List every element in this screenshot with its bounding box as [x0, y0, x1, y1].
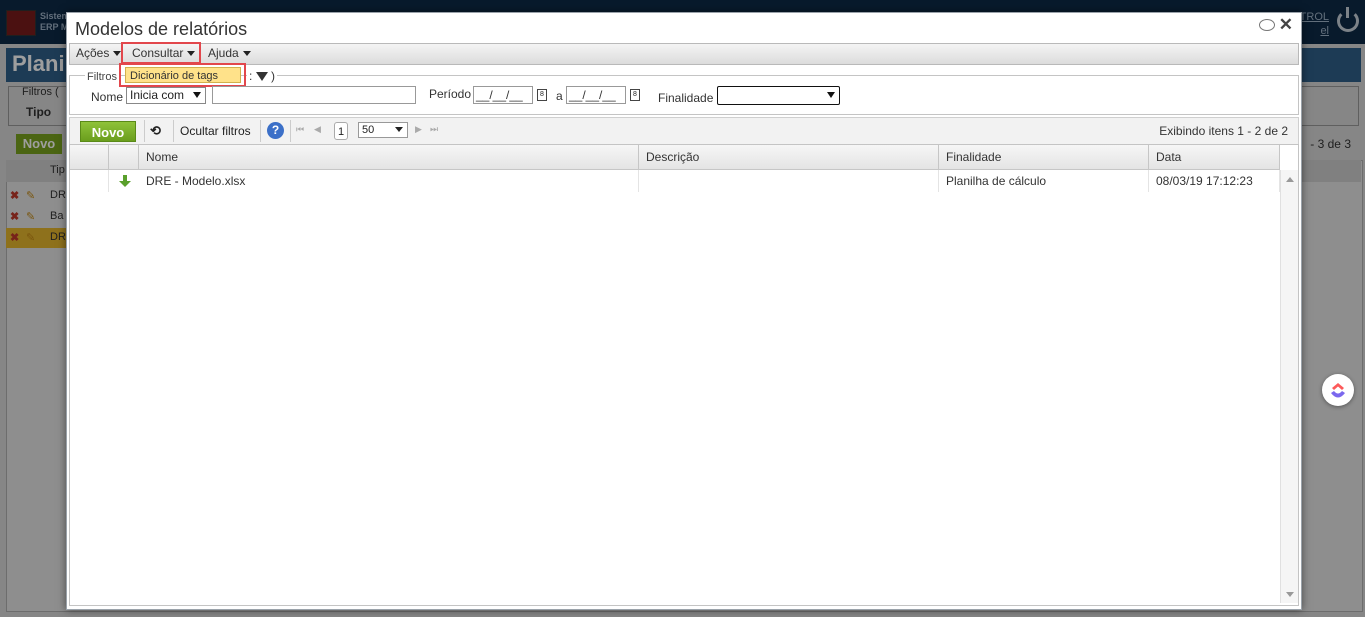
chevron-down-icon: [827, 92, 835, 98]
help-icon[interactable]: ?: [267, 122, 284, 139]
cell-descricao: [639, 170, 939, 192]
nome-operator-select[interactable]: Inicia com: [126, 87, 206, 104]
modal-title: Modelos de relatórios: [75, 19, 248, 39]
ocultar-filtros-button[interactable]: Ocultar filtros: [180, 124, 251, 138]
row-select-cell: [70, 170, 109, 192]
finalidade-label: Finalidade: [658, 91, 714, 105]
chat-icon[interactable]: [1259, 19, 1275, 31]
page-number[interactable]: 1: [334, 122, 348, 140]
page-size-value: 50: [362, 124, 375, 136]
items-count: Exibindo itens 1 - 2 de 2: [1159, 124, 1288, 138]
highlight-consultar: [121, 42, 201, 64]
nome-operator-value: Inicia com: [130, 88, 185, 102]
chevron-down-icon: [395, 127, 403, 132]
filters-legend-colon: :: [249, 69, 253, 83]
refresh-icon[interactable]: ⟲: [150, 123, 161, 139]
menu-acoes[interactable]: Ações: [76, 46, 122, 60]
calendar-icon[interactable]: 8: [537, 89, 547, 101]
table-row[interactable]: DRE - Modelo.xlsx Planilha de cálculo 08…: [70, 170, 1280, 192]
toolbar-divider: [144, 120, 145, 142]
col-select: [70, 145, 109, 169]
col-data[interactable]: Data: [1149, 145, 1280, 169]
grid-toolbar: Novo ⟲ Ocultar filtros ? ⏮ ◀ 1 50 ▶ ⏭ Ex…: [69, 117, 1299, 145]
cell-nome: DRE - Modelo.xlsx: [139, 170, 639, 192]
filters-legend: Filtros: [85, 71, 119, 83]
first-page-icon[interactable]: ⏮: [296, 124, 304, 135]
finalidade-select[interactable]: [717, 86, 840, 105]
menu-ajuda-label: Ajuda: [208, 46, 239, 60]
cell-finalidade: Planilha de cálculo: [939, 170, 1149, 192]
toolbar-divider: [290, 120, 291, 142]
col-finalidade[interactable]: Finalidade: [939, 145, 1149, 169]
col-action: [109, 145, 139, 169]
chevron-down-icon: [242, 51, 251, 57]
chevron-down-icon: [193, 92, 201, 98]
nome-label: Nome: [91, 90, 124, 104]
toolbar-divider: [260, 120, 261, 142]
reports-modal: Modelos de relatórios ✕ Ações Consultar …: [66, 12, 1302, 610]
scroll-down-icon[interactable]: [1286, 592, 1294, 597]
clickup-icon: [1331, 383, 1345, 398]
download-icon[interactable]: [118, 174, 132, 188]
col-descricao[interactable]: Descrição: [639, 145, 939, 169]
menu-bar: Ações Consultar Ajuda: [69, 43, 1299, 65]
cell-data: 08/03/19 17:12:23: [1149, 170, 1280, 192]
close-icon[interactable]: ✕: [1279, 15, 1293, 35]
filters-legend-tail: : ): [247, 69, 278, 83]
menu-acoes-label: Ações: [76, 46, 110, 60]
filter-icon[interactable]: [255, 72, 268, 82]
menu-ajuda[interactable]: Ajuda: [208, 46, 251, 60]
toolbar-divider: [173, 120, 174, 142]
calendar-icon[interactable]: 8: [630, 89, 640, 101]
page-size-select[interactable]: 50: [358, 122, 408, 138]
novo-button[interactable]: Novo: [80, 121, 136, 142]
nome-input[interactable]: [212, 86, 416, 104]
scroll-up-icon[interactable]: [1286, 177, 1294, 182]
reports-grid: Nome Descrição Finalidade Data DRE - Mod…: [69, 144, 1299, 606]
grid-scrollbar[interactable]: [1280, 170, 1298, 603]
periodo-to-input[interactable]: __/__/__: [566, 86, 626, 104]
periodo-label: Período: [429, 87, 472, 101]
filters-legend-paren: ): [271, 69, 276, 83]
next-page-icon[interactable]: ▶: [415, 124, 422, 135]
highlight-dicionario: [119, 63, 246, 87]
periodo-from-input[interactable]: __/__/__: [473, 86, 533, 104]
prev-page-icon[interactable]: ◀: [314, 124, 321, 135]
col-nome[interactable]: Nome: [139, 145, 639, 169]
clickup-fab[interactable]: [1322, 374, 1354, 406]
grid-header: Nome Descrição Finalidade Data: [70, 145, 1280, 170]
last-page-icon[interactable]: ⏭: [430, 124, 438, 135]
periodo-separator: a: [556, 89, 563, 103]
